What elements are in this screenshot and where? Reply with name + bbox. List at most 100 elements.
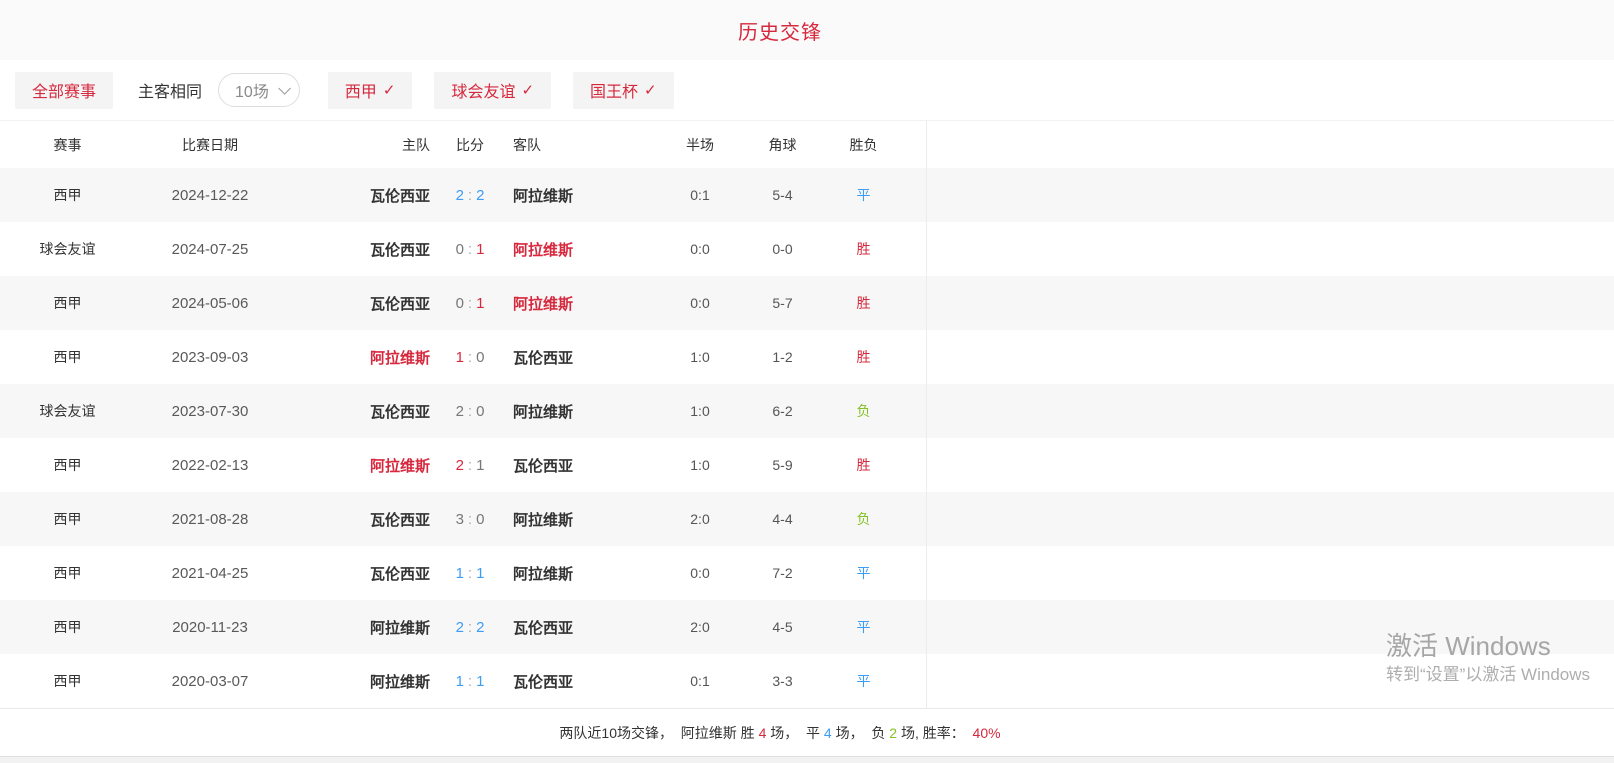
home-score: 0 bbox=[456, 241, 464, 258]
result-cell: 平 bbox=[825, 671, 902, 691]
history-head-to-head-panel: 历史交锋 全部赛事 主客相同 10场 西甲✓球会友谊✓国王杯✓ 赛事 比赛日期 … bbox=[0, 0, 1614, 763]
result-cell: 胜 bbox=[825, 239, 902, 259]
home-team-cell: 瓦伦西亚 bbox=[285, 509, 430, 530]
table-row[interactable]: 西甲 2023-09-03 阿拉维斯 1:0 瓦伦西亚 1:0 1-2 胜 bbox=[0, 330, 1614, 384]
date-cell: 2024-07-25 bbox=[135, 241, 285, 258]
filter-home-away-same[interactable]: 主客相同 bbox=[138, 78, 202, 102]
away-team-cell: 阿拉维斯 bbox=[510, 401, 660, 422]
away-score: 1 bbox=[476, 673, 484, 690]
row-filler bbox=[926, 330, 1614, 384]
away-score: 1 bbox=[476, 457, 484, 474]
away-team-cell: 阿拉维斯 bbox=[510, 239, 660, 260]
corners-cell: 7-2 bbox=[740, 565, 825, 581]
away-score: 0 bbox=[476, 511, 484, 528]
score-cell: 1:1 bbox=[430, 565, 510, 582]
result-cell: 平 bbox=[825, 563, 902, 583]
competition-cell: 西甲 bbox=[0, 455, 135, 475]
away-score: 2 bbox=[476, 187, 484, 204]
summary-segment: 场， 负 bbox=[832, 723, 890, 743]
home-team-cell: 瓦伦西亚 bbox=[285, 185, 430, 206]
score-cell: 1:1 bbox=[430, 673, 510, 690]
summary-bar: 两队近10场交锋， 阿拉维斯 胜 4 场， 平 4 场， 负 2 场, 胜率： … bbox=[0, 708, 1614, 756]
date-cell: 2020-11-23 bbox=[135, 619, 285, 636]
home-team-cell: 阿拉维斯 bbox=[285, 347, 430, 368]
summary-segment: 2 bbox=[889, 725, 897, 741]
title-band: 历史交锋 bbox=[0, 0, 1614, 60]
corners-cell: 5-7 bbox=[740, 295, 825, 311]
competition-cell: 西甲 bbox=[0, 509, 135, 529]
page-title: 历史交锋 bbox=[738, 16, 822, 45]
competition-cell: 球会友谊 bbox=[0, 401, 135, 421]
check-icon: ✓ bbox=[644, 81, 657, 99]
corners-cell: 3-3 bbox=[740, 673, 825, 689]
home-score: 2 bbox=[456, 403, 464, 420]
summary-segment: 两队近10场交锋， 阿拉维斯 胜 bbox=[559, 723, 758, 743]
away-score: 0 bbox=[476, 403, 484, 420]
row-filler bbox=[926, 168, 1614, 222]
summary-text: 两队近10场交锋， 阿拉维斯 胜 4 场， 平 4 场， 负 2 场, 胜率： … bbox=[0, 709, 1560, 757]
home-score: 1 bbox=[456, 565, 464, 582]
date-cell: 2024-12-22 bbox=[135, 187, 285, 204]
halftime-cell: 1:0 bbox=[660, 349, 740, 365]
row-filler bbox=[926, 438, 1614, 492]
row-filler bbox=[926, 546, 1614, 600]
table-row[interactable]: 西甲 2020-11-23 阿拉维斯 2:2 瓦伦西亚 2:0 4-5 平 bbox=[0, 600, 1614, 654]
date-cell: 2023-07-30 bbox=[135, 403, 285, 420]
table-row[interactable]: 球会友谊 2024-07-25 瓦伦西亚 0:1 阿拉维斯 0:0 0-0 胜 bbox=[0, 222, 1614, 276]
league-filter-chip[interactable]: 西甲 ✓ bbox=[328, 72, 413, 109]
table-row[interactable]: 西甲 2022-02-13 阿拉维斯 2:1 瓦伦西亚 1:0 5-9 胜 bbox=[0, 438, 1614, 492]
header-filler bbox=[926, 121, 1614, 169]
match-rows: 西甲 2024-12-22 瓦伦西亚 2:2 阿拉维斯 0:1 5-4 平 球会… bbox=[0, 168, 1614, 708]
away-team-cell: 瓦伦西亚 bbox=[510, 671, 660, 692]
summary-segment: 4 bbox=[759, 725, 767, 741]
halftime-cell: 2:0 bbox=[660, 619, 740, 635]
league-chip-label: 西甲 bbox=[345, 78, 377, 102]
table-row[interactable]: 西甲 2024-12-22 瓦伦西亚 2:2 阿拉维斯 0:1 5-4 平 bbox=[0, 168, 1614, 222]
table-row[interactable]: 西甲 2024-05-06 瓦伦西亚 0:1 阿拉维斯 0:0 5-7 胜 bbox=[0, 276, 1614, 330]
score-colon: : bbox=[464, 349, 476, 366]
row-filler bbox=[926, 222, 1614, 276]
row-filler bbox=[926, 276, 1614, 330]
date-cell: 2021-08-28 bbox=[135, 511, 285, 528]
table-row[interactable]: 西甲 2020-03-07 阿拉维斯 1:1 瓦伦西亚 0:1 3-3 平 bbox=[0, 654, 1614, 708]
halftime-cell: 0:1 bbox=[660, 187, 740, 203]
header-halftime: 半场 bbox=[660, 135, 740, 155]
home-score: 1 bbox=[456, 349, 464, 366]
halftime-cell: 0:0 bbox=[660, 565, 740, 581]
table-row[interactable]: 西甲 2021-04-25 瓦伦西亚 1:1 阿拉维斯 0:0 7-2 平 bbox=[0, 546, 1614, 600]
table-row[interactable]: 西甲 2021-08-28 瓦伦西亚 3:0 阿拉维斯 2:0 4-4 负 bbox=[0, 492, 1614, 546]
halftime-cell: 1:0 bbox=[660, 403, 740, 419]
filter-all-label: 全部赛事 bbox=[32, 78, 96, 102]
score-cell: 2:0 bbox=[430, 403, 510, 420]
summary-segment: 4 bbox=[824, 725, 832, 741]
home-team-cell: 瓦伦西亚 bbox=[285, 293, 430, 314]
header-corners: 角球 bbox=[740, 135, 825, 155]
away-team-cell: 瓦伦西亚 bbox=[510, 617, 660, 638]
date-cell: 2024-05-06 bbox=[135, 295, 285, 312]
away-score: 1 bbox=[476, 565, 484, 582]
corners-cell: 0-0 bbox=[740, 241, 825, 257]
filter-all-competitions[interactable]: 全部赛事 bbox=[15, 72, 113, 109]
match-count-dropdown[interactable]: 10场 bbox=[218, 73, 300, 107]
away-team-cell: 阿拉维斯 bbox=[510, 293, 660, 314]
competition-cell: 球会友谊 bbox=[0, 239, 135, 259]
home-score: 2 bbox=[456, 187, 464, 204]
away-team-cell: 瓦伦西亚 bbox=[510, 347, 660, 368]
league-filter-chip[interactable]: 球会友谊✓ bbox=[434, 72, 551, 109]
competition-cell: 西甲 bbox=[0, 563, 135, 583]
result-cell: 胜 bbox=[825, 293, 902, 313]
halftime-cell: 2:0 bbox=[660, 511, 740, 527]
date-cell: 2021-04-25 bbox=[135, 565, 285, 582]
score-cell: 1:0 bbox=[430, 349, 510, 366]
date-cell: 2023-09-03 bbox=[135, 349, 285, 366]
home-team-cell: 瓦伦西亚 bbox=[285, 401, 430, 422]
check-icon: ✓ bbox=[383, 81, 396, 99]
corners-cell: 5-9 bbox=[740, 457, 825, 473]
league-filter-chip[interactable]: 国王杯✓ bbox=[573, 72, 674, 109]
date-cell: 2020-03-07 bbox=[135, 673, 285, 690]
home-score: 0 bbox=[456, 295, 464, 312]
table-row[interactable]: 球会友谊 2023-07-30 瓦伦西亚 2:0 阿拉维斯 1:0 6-2 负 bbox=[0, 384, 1614, 438]
row-filler bbox=[926, 492, 1614, 546]
summary-segment: 场， 平 bbox=[766, 723, 824, 743]
table-header-row: 赛事 比赛日期 主队 比分 客队 半场 角球 胜负 bbox=[0, 120, 1614, 168]
